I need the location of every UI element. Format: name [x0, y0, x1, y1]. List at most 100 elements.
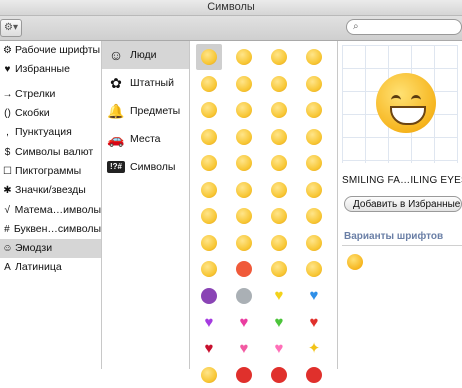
emoji-cell[interactable] — [231, 362, 257, 388]
emoji-cell[interactable] — [266, 362, 292, 388]
face-emoji-icon — [271, 75, 287, 92]
face-emoji-icon — [201, 208, 217, 224]
emoji-cell[interactable] — [231, 44, 257, 70]
category-item[interactable]: ⚙ Рабочие шрифты — [0, 41, 101, 60]
emoji-cell[interactable] — [266, 177, 292, 203]
emoji-cell[interactable] — [196, 44, 222, 70]
emoji-cell[interactable] — [231, 283, 257, 309]
character-name: SMILING FA…ILING EYES — [342, 175, 462, 186]
emoji-cell[interactable] — [196, 256, 222, 282]
heart-emoji-icon: ♥ — [309, 287, 319, 304]
gear-menu-button[interactable]: ⚙▾ — [0, 19, 22, 37]
emoji-cell[interactable] — [301, 256, 327, 282]
emoji-cell[interactable] — [301, 44, 327, 70]
emoji-cell[interactable] — [231, 256, 257, 282]
subcategory-item[interactable]: 🔔 Предметы — [102, 97, 189, 125]
face-emoji-icon — [201, 128, 217, 145]
emoji-cell[interactable] — [231, 203, 257, 229]
category-item[interactable]: , Пунктуация — [0, 123, 101, 142]
emoji-cell[interactable] — [266, 71, 292, 97]
category-label: Избранные — [15, 63, 70, 76]
face-emoji-icon — [236, 75, 252, 92]
face-emoji-icon — [271, 367, 287, 383]
emoji-cell[interactable] — [266, 230, 292, 256]
emoji-cell[interactable] — [266, 44, 292, 70]
smiling-face-icon — [376, 73, 436, 133]
category-item[interactable]: ♥ Избранные — [0, 60, 101, 79]
category-label: Скобки — [15, 107, 50, 120]
face-emoji-icon — [236, 128, 252, 145]
emoji-cell[interactable] — [196, 230, 222, 256]
emoji-cell[interactable] — [196, 71, 222, 97]
emoji-cell[interactable]: ♥ — [231, 309, 257, 335]
category-item[interactable]: () Скобки — [0, 104, 101, 123]
emoji-cell[interactable] — [301, 150, 327, 176]
subcategory-item[interactable]: ✿ Штатный — [102, 69, 189, 97]
category-item[interactable]: √ Матема…имволы — [0, 200, 101, 219]
subcategory-item[interactable]: 🚗 Места — [102, 125, 189, 153]
emoji-cell[interactable] — [301, 177, 327, 203]
subcategory-item[interactable]: !?# Символы — [102, 153, 189, 181]
category-item[interactable]: $ Символы валют — [0, 142, 101, 161]
category-item[interactable]: ✱ Значки/звезды — [0, 181, 101, 200]
subcategory-item[interactable]: ☺ Люди — [102, 41, 189, 69]
emoji-cell[interactable] — [266, 124, 292, 150]
emoji-cell[interactable] — [231, 230, 257, 256]
emoji-cell[interactable] — [196, 362, 222, 388]
emoji-cell[interactable] — [196, 97, 222, 123]
category-item[interactable]: A Латиница — [0, 258, 101, 277]
category-icon: A — [4, 262, 11, 274]
emoji-cell[interactable]: ♥ — [301, 283, 327, 309]
emoji-cell[interactable] — [231, 97, 257, 123]
emoji-cell[interactable] — [196, 203, 222, 229]
category-icon: ☐ — [3, 165, 12, 177]
category-item[interactable]: ☐ Пиктограммы — [0, 162, 101, 181]
emoji-cell[interactable]: ♥ — [231, 336, 257, 362]
face-emoji-icon — [306, 155, 322, 171]
emoji-cell[interactable]: ♥ — [196, 309, 222, 335]
emoji-cell[interactable]: ♥ — [266, 283, 292, 309]
add-to-favorites-button[interactable]: Добавить в Избранные — [344, 196, 462, 212]
emoji-cell[interactable] — [301, 71, 327, 97]
face-emoji-icon — [271, 155, 287, 171]
emoji-cell[interactable] — [301, 362, 327, 388]
emoji-cell[interactable] — [196, 283, 222, 309]
emoji-cell[interactable]: ♥ — [301, 309, 327, 335]
emoji-cell[interactable] — [266, 256, 292, 282]
subcategory-label: Люди — [130, 49, 157, 61]
emoji-cell[interactable] — [266, 203, 292, 229]
emoji-cell[interactable] — [231, 124, 257, 150]
divider — [342, 245, 462, 246]
search-field[interactable]: ⌕ — [346, 19, 462, 35]
emoji-cell[interactable] — [231, 150, 257, 176]
face-emoji-icon — [271, 181, 287, 198]
subcategory-label: Места — [130, 133, 161, 145]
emoji-cell[interactable] — [301, 230, 327, 256]
face-emoji-icon — [201, 261, 217, 277]
emoji-cell[interactable] — [196, 150, 222, 176]
category-item[interactable]: → Стрелки — [0, 85, 101, 104]
face-emoji-icon — [201, 234, 217, 251]
face-emoji-icon — [236, 287, 252, 304]
emoji-cell[interactable] — [301, 97, 327, 123]
face-emoji-icon — [201, 49, 217, 65]
emoji-cell[interactable]: ♥ — [266, 336, 292, 362]
face-emoji-icon — [201, 155, 217, 171]
emoji-cell[interactable]: ♥ — [196, 336, 222, 362]
emoji-cell[interactable]: ♥ — [266, 309, 292, 335]
category-item[interactable]: # Буквен…символы — [0, 220, 101, 239]
emoji-cell[interactable]: ✦ — [301, 336, 327, 362]
emoji-cell[interactable] — [266, 97, 292, 123]
emoji-cell[interactable] — [301, 124, 327, 150]
emoji-cell[interactable] — [266, 150, 292, 176]
category-label: Буквен…символы — [13, 222, 101, 235]
face-emoji-icon — [306, 234, 322, 251]
font-variant-item[interactable] — [347, 254, 365, 272]
emoji-cell[interactable] — [231, 71, 257, 97]
emoji-cell[interactable] — [301, 203, 327, 229]
category-item[interactable]: ☺ Эмодзи — [0, 238, 101, 259]
emoji-cell[interactable] — [231, 177, 257, 203]
emoji-cell[interactable] — [196, 177, 222, 203]
category-label: Пиктограммы — [15, 164, 82, 177]
emoji-cell[interactable] — [196, 124, 222, 150]
